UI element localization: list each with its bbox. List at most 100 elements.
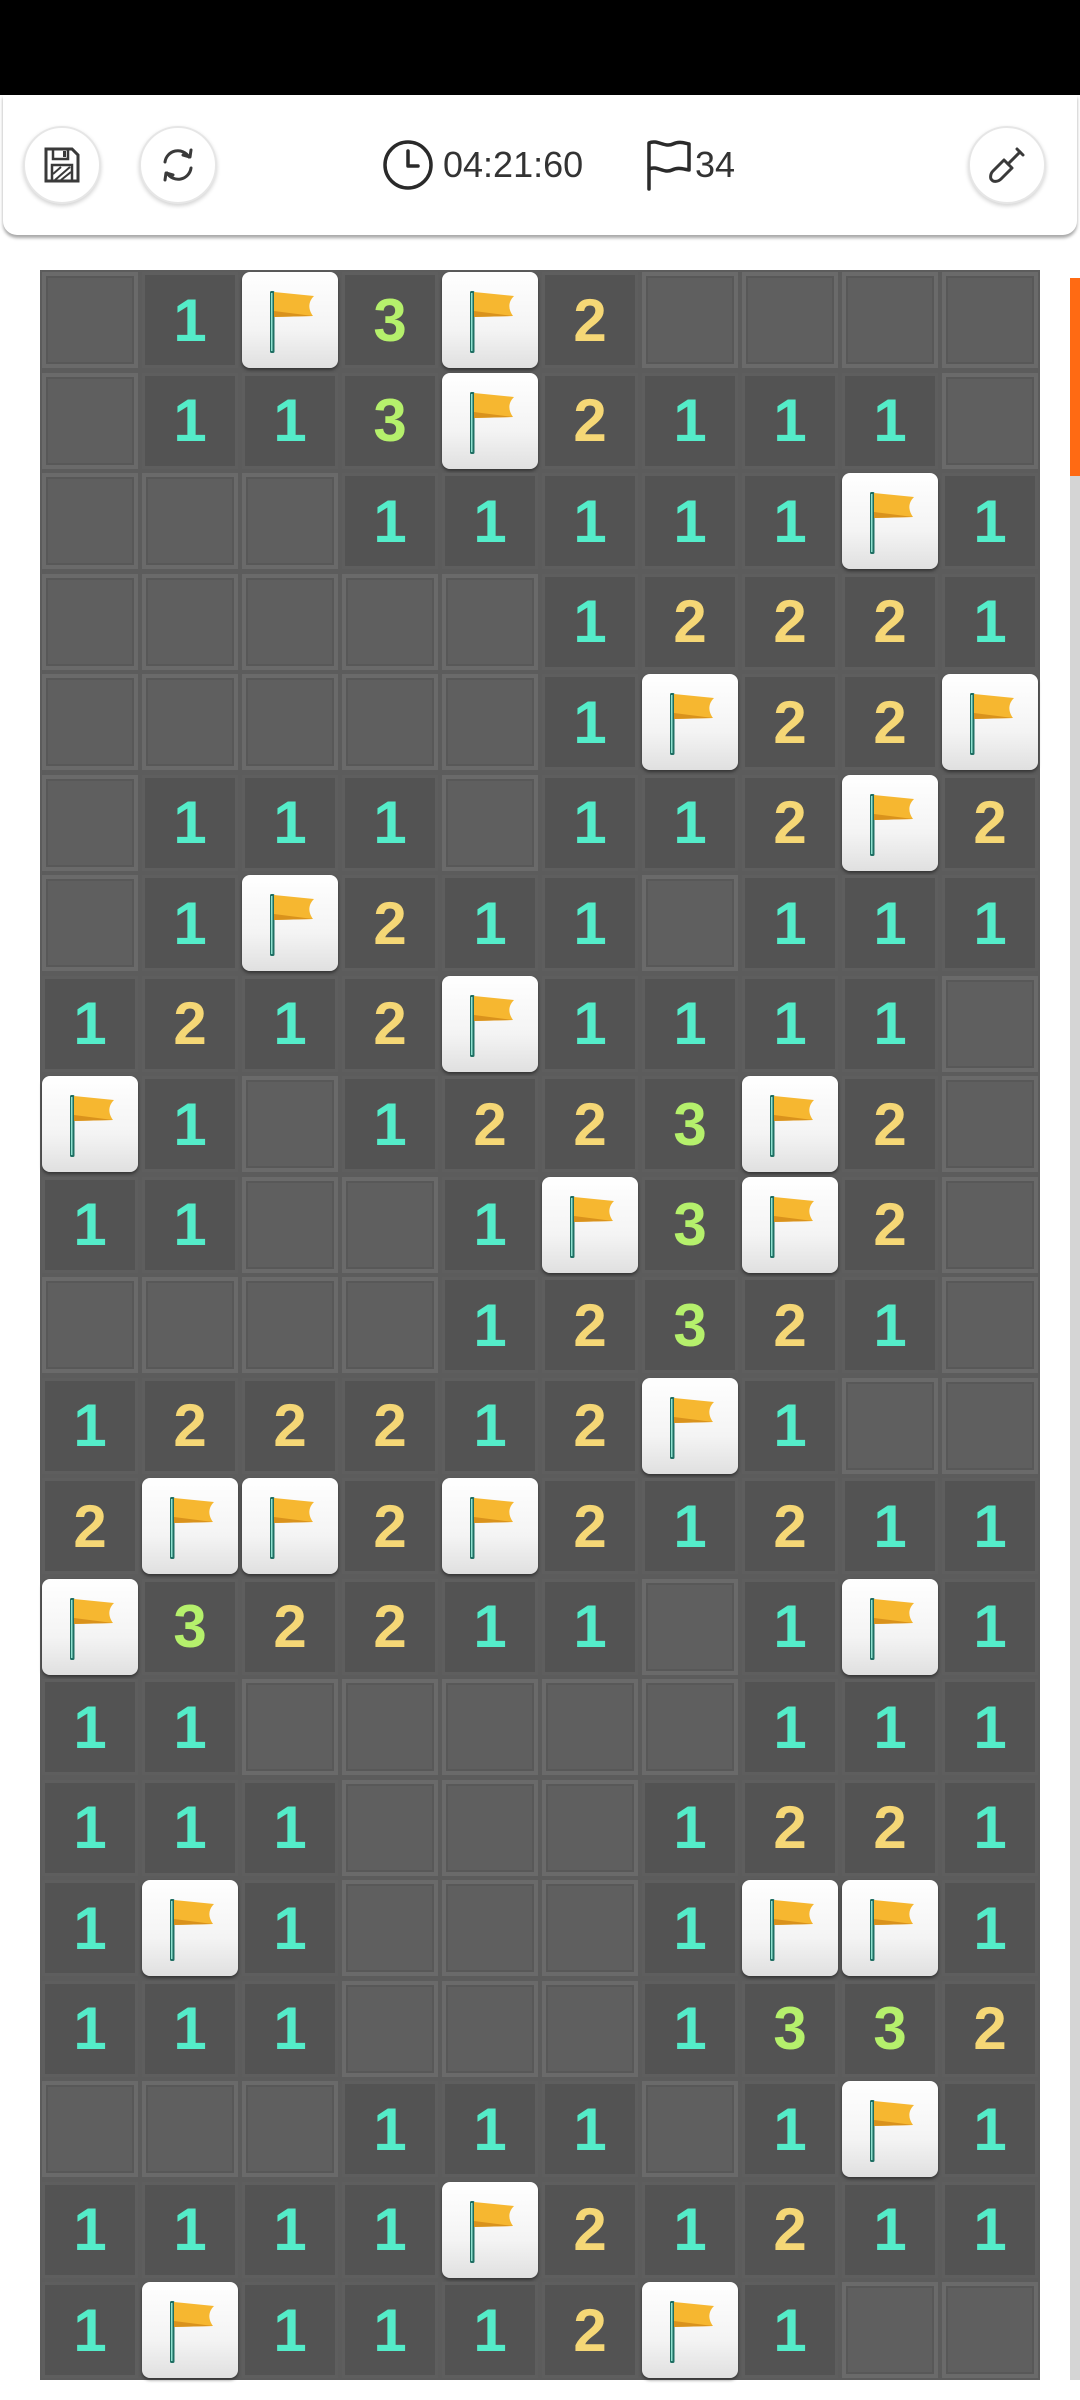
revealed-number-cell[interactable]: 2 <box>942 1980 1038 2077</box>
revealed-number-cell[interactable]: 1 <box>542 573 638 670</box>
revealed-number-cell[interactable]: 3 <box>142 1578 238 1675</box>
revealed-number-cell[interactable]: 1 <box>842 372 938 469</box>
flagged-cell[interactable] <box>242 272 338 368</box>
flagged-cell[interactable] <box>842 1880 938 1976</box>
hidden-cell[interactable] <box>842 2282 938 2378</box>
revealed-number-cell[interactable]: 2 <box>642 573 738 670</box>
revealed-number-cell[interactable]: 2 <box>742 573 838 670</box>
revealed-number-cell[interactable]: 2 <box>842 1779 938 1876</box>
hidden-cell[interactable] <box>42 875 138 971</box>
revealed-number-cell[interactable]: 1 <box>42 1880 138 1976</box>
hidden-cell[interactable] <box>942 2282 1038 2378</box>
hidden-cell[interactable] <box>642 1578 738 1675</box>
revealed-number-cell[interactable]: 1 <box>342 473 438 569</box>
hidden-cell[interactable] <box>842 272 938 368</box>
hidden-cell[interactable] <box>942 1176 1038 1273</box>
flagged-cell[interactable] <box>142 1880 238 1976</box>
revealed-number-cell[interactable]: 2 <box>342 1578 438 1675</box>
revealed-number-cell[interactable]: 2 <box>542 2282 638 2378</box>
revealed-number-cell[interactable]: 2 <box>542 1076 638 1172</box>
restart-button[interactable] <box>139 126 217 204</box>
revealed-number-cell[interactable]: 2 <box>842 1076 938 1172</box>
revealed-number-cell[interactable]: 2 <box>542 1478 638 1574</box>
revealed-number-cell[interactable]: 3 <box>642 1277 738 1373</box>
hidden-cell[interactable] <box>342 1880 438 1976</box>
revealed-number-cell[interactable]: 2 <box>542 1377 638 1474</box>
hidden-cell[interactable] <box>842 1377 938 1474</box>
revealed-number-cell[interactable]: 2 <box>542 372 638 469</box>
revealed-number-cell[interactable]: 1 <box>442 2282 538 2378</box>
revealed-number-cell[interactable]: 1 <box>642 473 738 569</box>
revealed-number-cell[interactable]: 1 <box>642 774 738 871</box>
revealed-number-cell[interactable]: 2 <box>342 1377 438 1474</box>
revealed-number-cell[interactable]: 1 <box>542 975 638 1072</box>
hidden-cell[interactable] <box>242 674 338 770</box>
revealed-number-cell[interactable]: 1 <box>242 774 338 871</box>
flagged-cell[interactable] <box>442 975 538 1072</box>
revealed-number-cell[interactable]: 1 <box>242 1779 338 1876</box>
revealed-number-cell[interactable]: 2 <box>942 774 1038 871</box>
flagged-cell[interactable] <box>442 1478 538 1574</box>
revealed-number-cell[interactable]: 2 <box>842 1176 938 1273</box>
hidden-cell[interactable] <box>942 1076 1038 1172</box>
revealed-number-cell[interactable]: 2 <box>542 272 638 368</box>
revealed-number-cell[interactable]: 1 <box>942 2081 1038 2177</box>
revealed-number-cell[interactable]: 2 <box>142 975 238 1072</box>
hidden-cell[interactable] <box>242 2081 338 2177</box>
revealed-number-cell[interactable]: 1 <box>842 875 938 971</box>
revealed-number-cell[interactable]: 1 <box>42 1980 138 2077</box>
revealed-number-cell[interactable]: 2 <box>742 1478 838 1574</box>
revealed-number-cell[interactable]: 1 <box>442 1377 538 1474</box>
flagged-cell[interactable] <box>42 1578 138 1675</box>
revealed-number-cell[interactable]: 1 <box>42 2282 138 2378</box>
hidden-cell[interactable] <box>42 1277 138 1373</box>
hidden-cell[interactable] <box>42 2081 138 2177</box>
revealed-number-cell[interactable]: 1 <box>342 1076 438 1172</box>
hidden-cell[interactable] <box>342 1679 438 1775</box>
flagged-cell[interactable] <box>142 1478 238 1574</box>
revealed-number-cell[interactable]: 1 <box>42 1779 138 1876</box>
revealed-number-cell[interactable]: 2 <box>542 1277 638 1373</box>
revealed-number-cell[interactable]: 1 <box>742 473 838 569</box>
revealed-number-cell[interactable]: 1 <box>942 1779 1038 1876</box>
revealed-number-cell[interactable]: 1 <box>342 2081 438 2177</box>
revealed-number-cell[interactable]: 1 <box>542 875 638 971</box>
revealed-number-cell[interactable]: 1 <box>42 1679 138 1775</box>
revealed-number-cell[interactable]: 1 <box>742 1377 838 1474</box>
hidden-cell[interactable] <box>242 573 338 670</box>
revealed-number-cell[interactable]: 1 <box>142 1779 238 1876</box>
hidden-cell[interactable] <box>542 1980 638 2077</box>
revealed-number-cell[interactable]: 1 <box>542 1578 638 1675</box>
revealed-number-cell[interactable]: 2 <box>742 1779 838 1876</box>
revealed-number-cell[interactable]: 1 <box>742 1578 838 1675</box>
hidden-cell[interactable] <box>442 1779 538 1876</box>
revealed-number-cell[interactable]: 3 <box>742 1980 838 2077</box>
revealed-number-cell[interactable]: 2 <box>742 674 838 770</box>
revealed-number-cell[interactable]: 1 <box>542 674 638 770</box>
flagged-cell[interactable] <box>442 272 538 368</box>
revealed-number-cell[interactable]: 3 <box>342 372 438 469</box>
revealed-number-cell[interactable]: 1 <box>242 372 338 469</box>
hidden-cell[interactable] <box>342 1980 438 2077</box>
hidden-cell[interactable] <box>42 573 138 670</box>
hidden-cell[interactable] <box>442 573 538 670</box>
hidden-cell[interactable] <box>542 1880 638 1976</box>
hidden-cell[interactable] <box>442 774 538 871</box>
hidden-cell[interactable] <box>642 272 738 368</box>
revealed-number-cell[interactable]: 1 <box>142 2181 238 2278</box>
revealed-number-cell[interactable]: 1 <box>342 774 438 871</box>
revealed-number-cell[interactable]: 1 <box>442 1176 538 1273</box>
flagged-cell[interactable] <box>842 2081 938 2177</box>
revealed-number-cell[interactable]: 1 <box>942 1478 1038 1574</box>
revealed-number-cell[interactable]: 1 <box>742 372 838 469</box>
revealed-number-cell[interactable]: 3 <box>842 1980 938 2077</box>
hidden-cell[interactable] <box>142 473 238 569</box>
revealed-number-cell[interactable]: 1 <box>742 875 838 971</box>
revealed-number-cell[interactable]: 1 <box>442 2081 538 2177</box>
revealed-number-cell[interactable]: 1 <box>142 372 238 469</box>
revealed-number-cell[interactable]: 1 <box>742 1679 838 1775</box>
revealed-number-cell[interactable]: 1 <box>342 2282 438 2378</box>
revealed-number-cell[interactable]: 2 <box>342 1478 438 1574</box>
revealed-number-cell[interactable]: 1 <box>442 1578 538 1675</box>
revealed-number-cell[interactable]: 1 <box>142 774 238 871</box>
